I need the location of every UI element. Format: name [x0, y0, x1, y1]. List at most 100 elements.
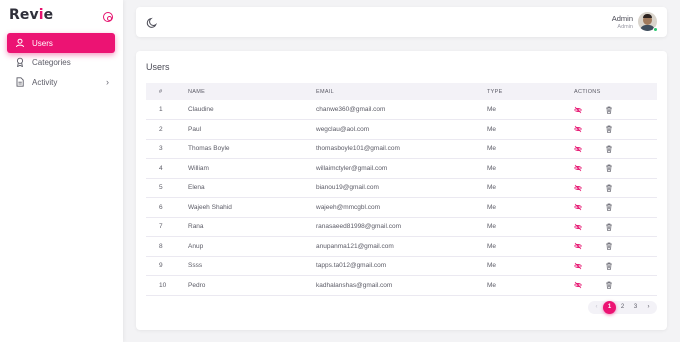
cell-email: bianou19@gmail.com — [316, 184, 379, 192]
cell-type: Me — [487, 262, 497, 270]
trash-icon[interactable] — [605, 242, 613, 250]
sidebar-item-label: Activity — [32, 77, 58, 87]
column-header-name: NAME — [188, 88, 206, 95]
cell-type: Me — [487, 145, 497, 153]
trash-icon[interactable] — [605, 184, 613, 192]
chevron-right-icon: › — [106, 77, 109, 87]
eye-off-icon[interactable] — [574, 125, 582, 133]
award-icon — [15, 57, 25, 68]
cell-actions — [572, 178, 657, 198]
cell-type: Me — [487, 184, 497, 192]
table-row[interactable]: 8 Anup anupanma121@gmail.com Me — [146, 237, 657, 257]
table-row[interactable]: 3 Thomas Boyle thomasboyle101@gmail.com Me — [146, 139, 657, 159]
table-row[interactable]: 1 Claudine chanwe360@gmail.com Me — [146, 100, 657, 120]
brand-logo[interactable]: Revie — [9, 7, 53, 23]
cell-actions — [572, 237, 657, 257]
cell-number: 1 — [159, 106, 163, 113]
cell-name: Ssss — [188, 262, 203, 270]
cell-actions — [572, 256, 657, 276]
cell-number: 6 — [159, 203, 163, 211]
cell-type: Me — [487, 242, 497, 250]
user-name[interactable]: Admin — [612, 14, 633, 23]
table-header-row: # NAME EMAIL TYPE ACTIONS — [146, 83, 657, 100]
cell-name: Paul — [188, 125, 202, 133]
table-row[interactable]: 9 Ssss tapps.ta012@gmail.com Me — [146, 256, 657, 276]
table-row[interactable]: 2 Paul wegclau@aol.com Me — [146, 120, 657, 140]
trash-icon[interactable] — [605, 203, 613, 211]
cell-email: thomasboyle101@gmail.com — [316, 145, 400, 153]
sidebar-item-activity[interactable]: Activity › — [7, 72, 115, 92]
table-row[interactable]: 6 Wajeeh Shahid wajeeh@mmcgbl.com Me — [146, 198, 657, 218]
cell-actions — [572, 120, 657, 140]
cell-email: tapps.ta012@gmail.com — [316, 262, 387, 270]
pagination-page-2[interactable]: 2 — [616, 301, 629, 314]
cell-email: kadhalanshas@gmail.com — [316, 281, 393, 289]
cell-name: Anup — [188, 242, 204, 250]
column-header-type: TYPE — [487, 88, 503, 95]
trash-icon[interactable] — [605, 125, 613, 133]
column-header-email: EMAIL — [316, 88, 335, 95]
users-table: # NAME EMAIL TYPE ACTIONS 1 Claudine chanw… — [146, 83, 657, 296]
pagination-page-1[interactable]: 1 — [603, 301, 616, 314]
cell-name: Thomas Boyle — [188, 145, 230, 153]
cell-type: Me — [487, 281, 497, 289]
users-table-body: 1 Claudine chanwe360@gmail.com Me 2 Paul wegcl… — [146, 100, 657, 295]
topbar: Admin Admin — [136, 7, 667, 37]
cell-number: 4 — [159, 164, 163, 172]
sidebar-toggle-icon[interactable] — [103, 12, 113, 22]
eye-off-icon[interactable] — [574, 242, 582, 250]
eye-off-icon[interactable] — [574, 203, 582, 211]
cell-type: Me — [487, 223, 497, 231]
sidebar-item-label: Users — [32, 38, 53, 48]
brand-row: Revie — [9, 7, 115, 27]
table-row[interactable]: 7 Rana ranasaeed81998@gmail.com Me — [146, 217, 657, 237]
eye-off-icon[interactable] — [574, 184, 582, 192]
cell-type: Me — [487, 125, 497, 133]
users-card: Users # NAME EMAIL TYPE ACTIONS 1 Claudin… — [136, 51, 667, 330]
cell-number: 7 — [159, 223, 163, 231]
table-row[interactable]: 10 Pedro kadhalanshas@gmail.com Me — [146, 276, 657, 296]
cell-number: 3 — [159, 145, 163, 153]
cell-actions — [572, 100, 657, 120]
card-title: Users — [146, 62, 170, 72]
pagination-page-3[interactable]: 3 — [629, 301, 642, 314]
trash-icon[interactable] — [605, 223, 613, 231]
cell-name: Claudine — [188, 106, 214, 113]
cell-actions — [572, 159, 657, 179]
eye-off-icon[interactable] — [574, 164, 582, 172]
cell-email: anupanma121@gmail.com — [316, 242, 394, 250]
eye-off-icon[interactable] — [574, 262, 582, 270]
pagination-next-button[interactable]: › — [642, 301, 655, 314]
cell-actions — [572, 276, 657, 296]
brand-suffix: e — [43, 7, 54, 23]
eye-off-icon[interactable] — [574, 281, 582, 289]
trash-icon[interactable] — [605, 145, 613, 153]
cell-type: Me — [487, 164, 497, 172]
trash-icon[interactable] — [605, 106, 613, 114]
avatar-hair — [643, 14, 652, 18]
column-header-actions: ACTIONS — [574, 88, 601, 95]
cell-number: 10 — [159, 281, 167, 289]
cell-email: willaimctyler@gmail.com — [316, 164, 388, 172]
moon-icon[interactable] — [146, 16, 158, 28]
user-role: Admin — [617, 24, 633, 30]
cell-actions — [572, 198, 657, 218]
pagination-prev-button[interactable]: ‹ — [590, 301, 603, 314]
trash-icon[interactable] — [605, 281, 613, 289]
trash-icon[interactable] — [605, 262, 613, 270]
table-row[interactable]: 4 William willaimctyler@gmail.com Me — [146, 159, 657, 179]
column-header-number: # — [159, 88, 163, 95]
cell-email: wajeeh@mmcgbl.com — [316, 203, 381, 211]
sidebar-item-users[interactable]: Users — [7, 33, 115, 53]
table-row[interactable]: 5 Elena bianou19@gmail.com Me — [146, 178, 657, 198]
sidebar-item-categories[interactable]: Categories — [7, 52, 115, 72]
trash-icon[interactable] — [605, 164, 613, 172]
eye-off-icon[interactable] — [574, 223, 582, 231]
cell-type: Me — [487, 203, 497, 211]
eye-off-icon[interactable] — [574, 145, 582, 153]
cell-number: 9 — [159, 262, 163, 270]
eye-off-icon[interactable] — [574, 106, 582, 114]
brand-prefix: Rev — [9, 7, 39, 23]
cell-name: William — [188, 164, 209, 172]
cell-email: chanwe360@gmail.com — [316, 106, 386, 113]
